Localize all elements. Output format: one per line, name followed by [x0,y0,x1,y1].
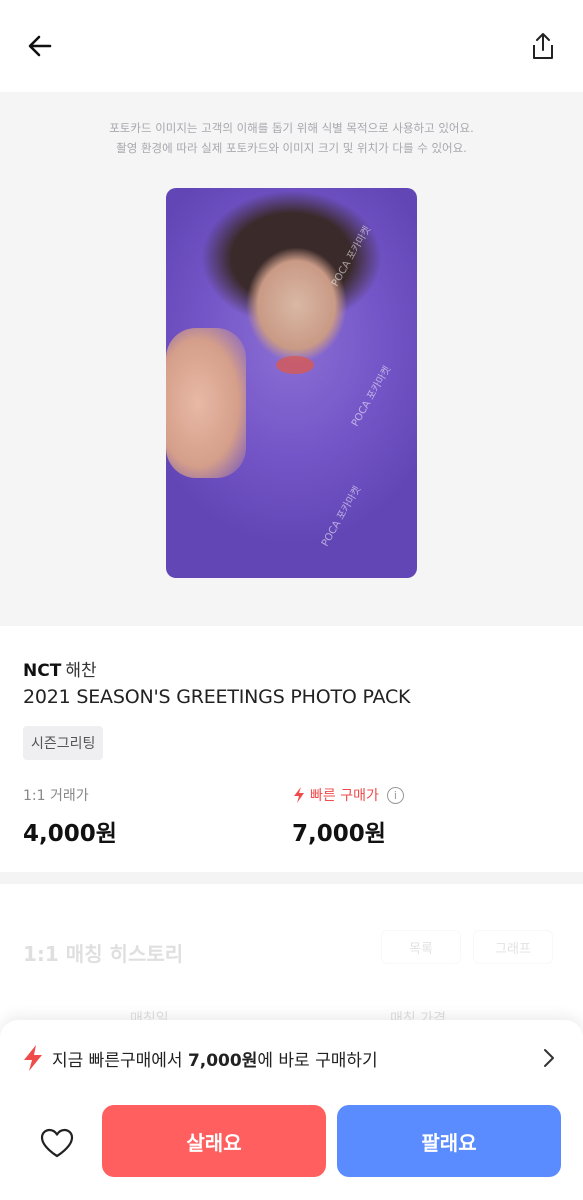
product-info: NCT 해찬 2021 SEASON'S GREETINGS PHOTO PACK… [0,626,583,872]
buy-button[interactable]: 살래요 [102,1105,326,1177]
tab-list[interactable]: 목록 [381,930,461,964]
category-tag[interactable]: 시즌그리팅 [23,726,104,760]
quick-buy-text: 지금 빠른구매에서 7,000원에 바로 구매하기 [52,1046,378,1071]
product-title: 2021 SEASON'S GREETINGS PHOTO PACK [23,686,411,708]
photo-watermark: POCA 포카마켓 [319,484,364,549]
history-tabs: 목록 그래프 [381,930,553,964]
photo-lips [276,356,314,374]
trade-price-value: 4,000원 [23,821,117,847]
quick-buy-banner[interactable]: 지금 빠른구매에서 7,000원에 바로 구매하기 [22,1038,562,1078]
photo-watermark: POCA 포카마켓 [349,364,394,429]
image-notice-line2: 촬영 환경에 따라 실제 포토카드와 이미지 크기 및 위치가 다를 수 있어요… [116,141,467,155]
photocard-image-area: 포토카드 이미지는 고객의 이해를 돕기 위해 식별 목적으로 사용하고 있어요… [0,92,583,626]
quick-buy-prefix: 지금 빠른구매에서 [52,1050,188,1071]
photocard-image[interactable]: POCA 포카마켓 POCA 포카마켓 POCA 포카마켓 [166,188,417,578]
tab-graph[interactable]: 그래프 [473,930,553,964]
trade-price-label: 1:1 거래가 [23,788,89,804]
trade-price: 1:1 거래가 4,000원 [23,784,117,848]
image-notice-line1: 포토카드 이미지는 고객의 이해를 돕기 위해 식별 목적으로 사용하고 있어요… [109,121,474,135]
history-title: 1:1 매칭 히스토리 [23,942,184,966]
fast-price-value: 7,000원 [292,821,386,847]
heart-icon [40,1128,74,1158]
fast-price-label-row: 빠른 구매가 i [292,784,404,806]
info-icon[interactable]: i [386,786,404,804]
section-divider [0,872,583,884]
arrow-left-icon [28,35,52,57]
fast-price: 빠른 구매가 i 7,000원 [292,784,404,848]
sell-button[interactable]: 팔래요 [337,1105,561,1177]
member-name: 해찬 [65,661,97,681]
bottom-purchase-sheet: 지금 빠른구매에서 7,000원에 바로 구매하기 살래요 팔래요 [0,1020,583,1200]
lightning-icon [294,787,304,803]
quick-buy-price: 7,000원 [187,1050,258,1071]
quick-buy-suffix: 에 바로 구매하기 [257,1050,378,1071]
back-button[interactable] [22,28,58,64]
top-bar [0,0,583,92]
artist-name: NCT 해찬 [23,656,97,681]
fast-price-label: 빠른 구매가 [310,788,379,804]
photo-hand [166,328,246,478]
wishlist-button[interactable] [36,1122,78,1164]
chevron-right-icon [544,1049,554,1067]
photo-watermark: POCA 포카마켓 [329,224,374,289]
group-name: NCT [23,661,62,681]
share-button[interactable] [525,28,561,64]
share-icon [533,33,553,59]
image-notice: 포토카드 이미지는 고객의 이해를 돕기 위해 식별 목적으로 사용하고 있어요… [0,118,583,158]
lightning-icon [24,1045,42,1071]
